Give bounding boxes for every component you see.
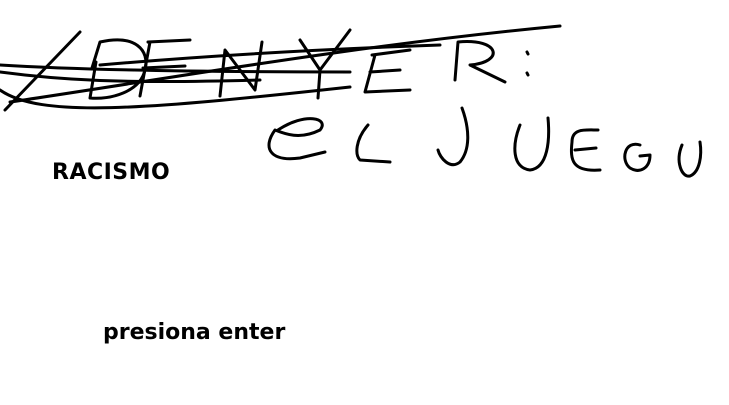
crossed-out-title xyxy=(0,24,562,112)
press-enter-prompt[interactable]: presiona enter xyxy=(103,320,285,345)
el-juego-text xyxy=(267,106,703,178)
title-screen[interactable]: RACISMO presiona enter xyxy=(0,0,729,405)
subtitle-label: RACISMO xyxy=(52,160,171,185)
